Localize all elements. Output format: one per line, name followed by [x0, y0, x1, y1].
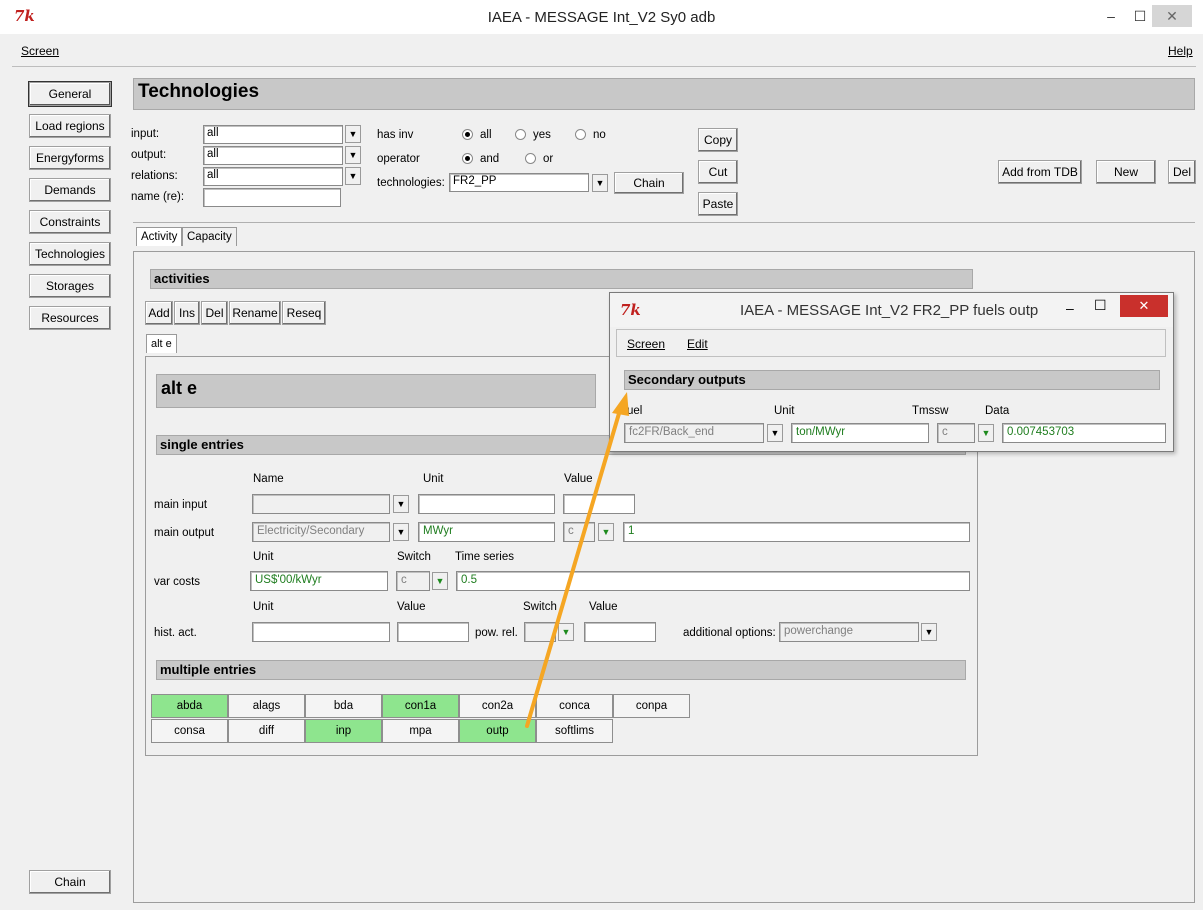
annotation-arrow [525, 392, 629, 728]
annotation-arrow-head [612, 392, 629, 416]
annotation-arrow-line [525, 408, 622, 728]
